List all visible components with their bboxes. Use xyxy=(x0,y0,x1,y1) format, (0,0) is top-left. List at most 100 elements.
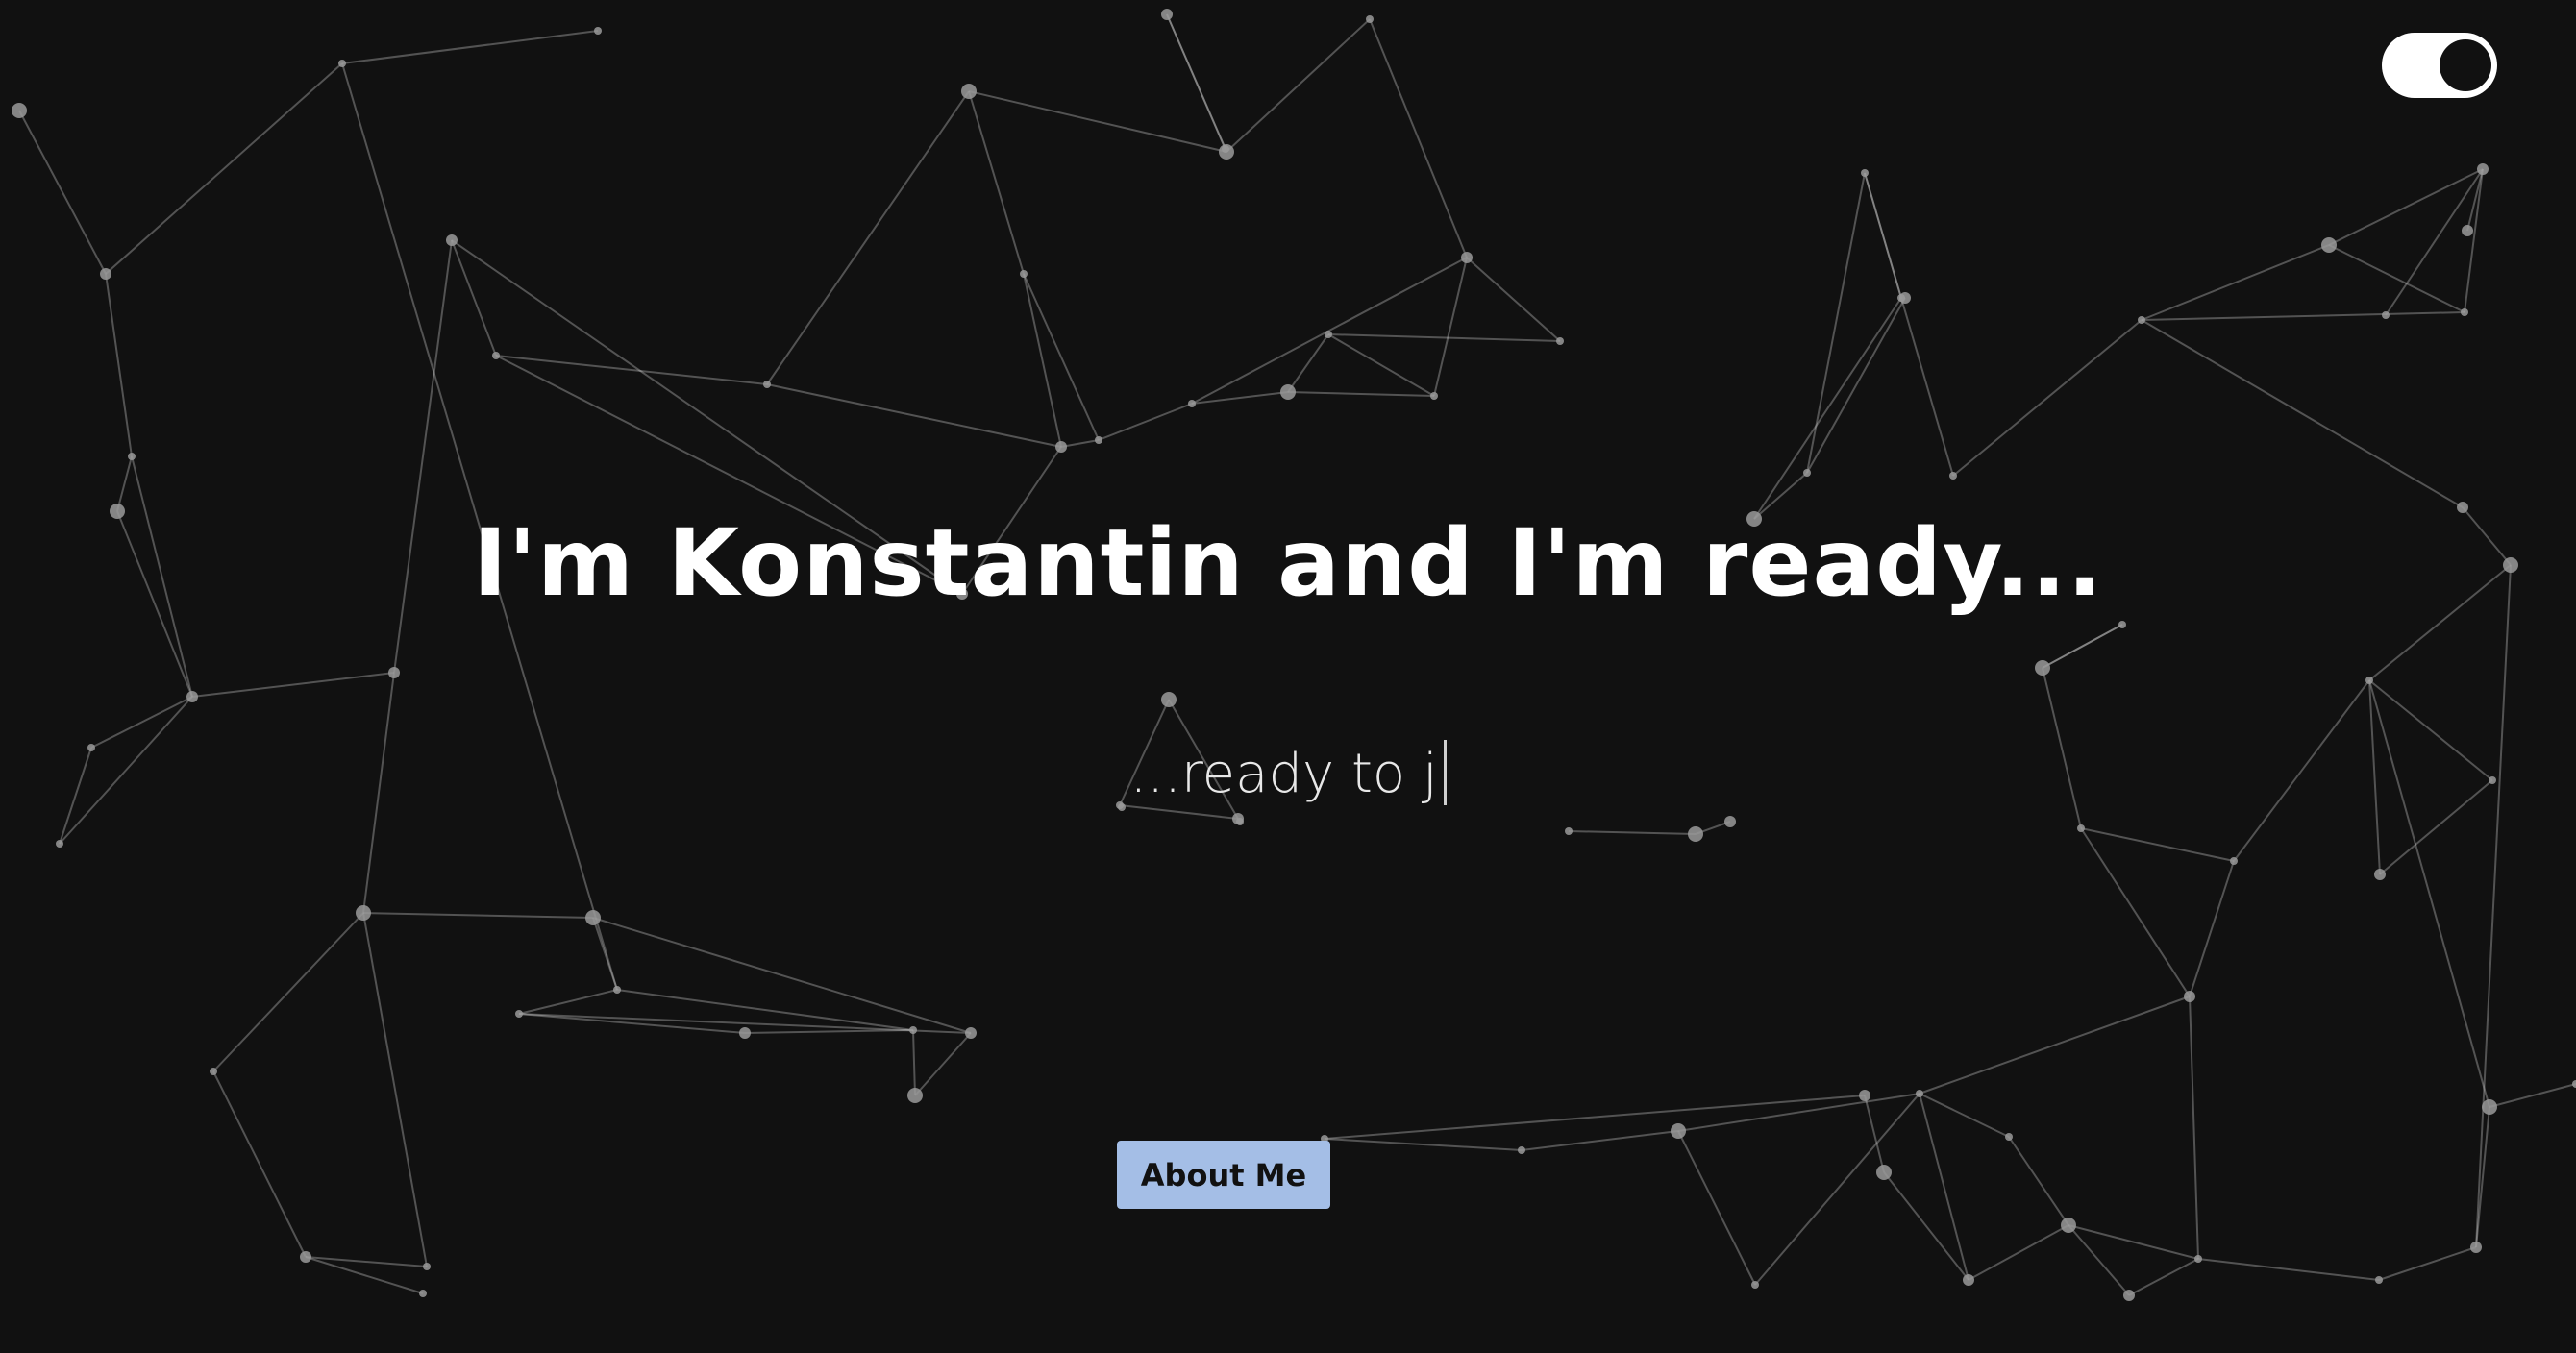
network-link xyxy=(1327,333,1435,397)
network-link xyxy=(1098,403,1193,441)
network-link xyxy=(2080,827,2235,862)
network-node xyxy=(1236,818,1244,825)
network-link xyxy=(1287,391,1435,397)
network-link xyxy=(116,455,133,512)
network-link xyxy=(2466,168,2484,232)
network-node xyxy=(1280,384,1296,400)
network-link xyxy=(212,912,364,1072)
network-link xyxy=(1952,319,2143,477)
network-node xyxy=(2461,308,2468,316)
network-node xyxy=(1751,1281,1759,1289)
network-node xyxy=(2477,163,2489,175)
network-node xyxy=(1916,1090,1923,1097)
network-node xyxy=(338,60,346,67)
network-node xyxy=(613,986,621,994)
network-link xyxy=(2141,244,2330,321)
typing-caret xyxy=(1443,740,1447,805)
about-me-button[interactable]: About Me xyxy=(1117,1141,1330,1209)
network-node xyxy=(2123,1290,2135,1301)
theme-toggle[interactable] xyxy=(2382,33,2497,98)
network-link xyxy=(2068,1224,2130,1296)
network-link xyxy=(1806,297,1906,474)
network-node xyxy=(2374,869,2386,880)
network-node xyxy=(2382,311,2390,319)
network-link xyxy=(362,912,428,1267)
network-link xyxy=(1568,830,1697,835)
network-node xyxy=(2077,824,2085,832)
network-link xyxy=(1919,996,2191,1095)
network-link xyxy=(1119,804,1239,820)
network-link xyxy=(744,1029,914,1034)
network-node xyxy=(356,905,371,921)
network-node xyxy=(1949,472,1957,480)
network-link xyxy=(2464,168,2484,313)
network-node xyxy=(1161,9,1173,20)
hero-headline: I'm Konstantin and I'm ready... xyxy=(472,509,2104,617)
network-node xyxy=(1803,469,1811,477)
network-node xyxy=(423,1263,431,1270)
network-link xyxy=(1023,273,1062,448)
network-node xyxy=(492,352,500,359)
network-node xyxy=(2321,237,2337,253)
network-node xyxy=(1556,337,1564,345)
network-node xyxy=(419,1290,427,1297)
network-link xyxy=(518,989,618,1015)
network-node xyxy=(1020,270,1028,278)
network-link xyxy=(2189,860,2235,997)
network-link xyxy=(1677,1093,1920,1132)
network-node xyxy=(1161,692,1177,707)
network-node xyxy=(1461,252,1473,263)
network-node xyxy=(2230,857,2238,865)
network-link xyxy=(968,90,1227,153)
network-node xyxy=(1859,1090,1870,1101)
typed-subtitle: ...ready to j xyxy=(0,740,2576,805)
network-node xyxy=(515,1010,523,1018)
network-link xyxy=(362,912,594,919)
network-link xyxy=(912,1029,916,1096)
network-node xyxy=(2365,676,2373,684)
network-link xyxy=(1919,1093,2010,1138)
network-node xyxy=(909,1026,917,1034)
network-node xyxy=(2482,1099,2497,1115)
network-link xyxy=(1324,1095,1866,1140)
network-node xyxy=(2118,621,2126,628)
network-node xyxy=(300,1251,311,1263)
network-link xyxy=(1287,333,1329,393)
network-node xyxy=(1222,145,1229,153)
network-link xyxy=(2141,311,2465,321)
network-node xyxy=(1430,392,1438,400)
network-link xyxy=(2008,1136,2069,1226)
network-link xyxy=(1753,297,1902,520)
network-link xyxy=(451,239,497,357)
network-link xyxy=(1466,257,1561,342)
network-link xyxy=(2378,1246,2477,1281)
network-node xyxy=(2470,1242,2482,1253)
network-link xyxy=(2328,244,2465,313)
network-node xyxy=(1861,169,1869,177)
network-link xyxy=(1521,1130,1679,1151)
network-link xyxy=(1883,1171,1969,1281)
network-node xyxy=(12,103,27,118)
network-node xyxy=(1366,15,1374,23)
network-link xyxy=(1327,333,1561,342)
network-link xyxy=(1166,13,1226,150)
network-node xyxy=(1671,1123,1686,1139)
network-node xyxy=(210,1068,217,1075)
network-link xyxy=(592,917,618,991)
network-link xyxy=(2475,564,2512,1248)
network-node xyxy=(1899,292,1911,304)
network-link xyxy=(495,355,768,385)
network-node xyxy=(2035,660,2050,676)
network-node xyxy=(907,1088,923,1103)
network-node xyxy=(1325,331,1332,338)
network-link xyxy=(105,273,133,457)
network-node xyxy=(1188,400,1196,407)
network-node xyxy=(965,1027,977,1039)
network-node xyxy=(585,910,601,925)
network-node xyxy=(388,667,400,678)
network-node xyxy=(2005,1133,2013,1141)
network-node xyxy=(446,234,458,246)
network-link xyxy=(1023,273,1100,441)
network-link xyxy=(1864,172,1954,477)
network-link xyxy=(2080,827,2191,997)
